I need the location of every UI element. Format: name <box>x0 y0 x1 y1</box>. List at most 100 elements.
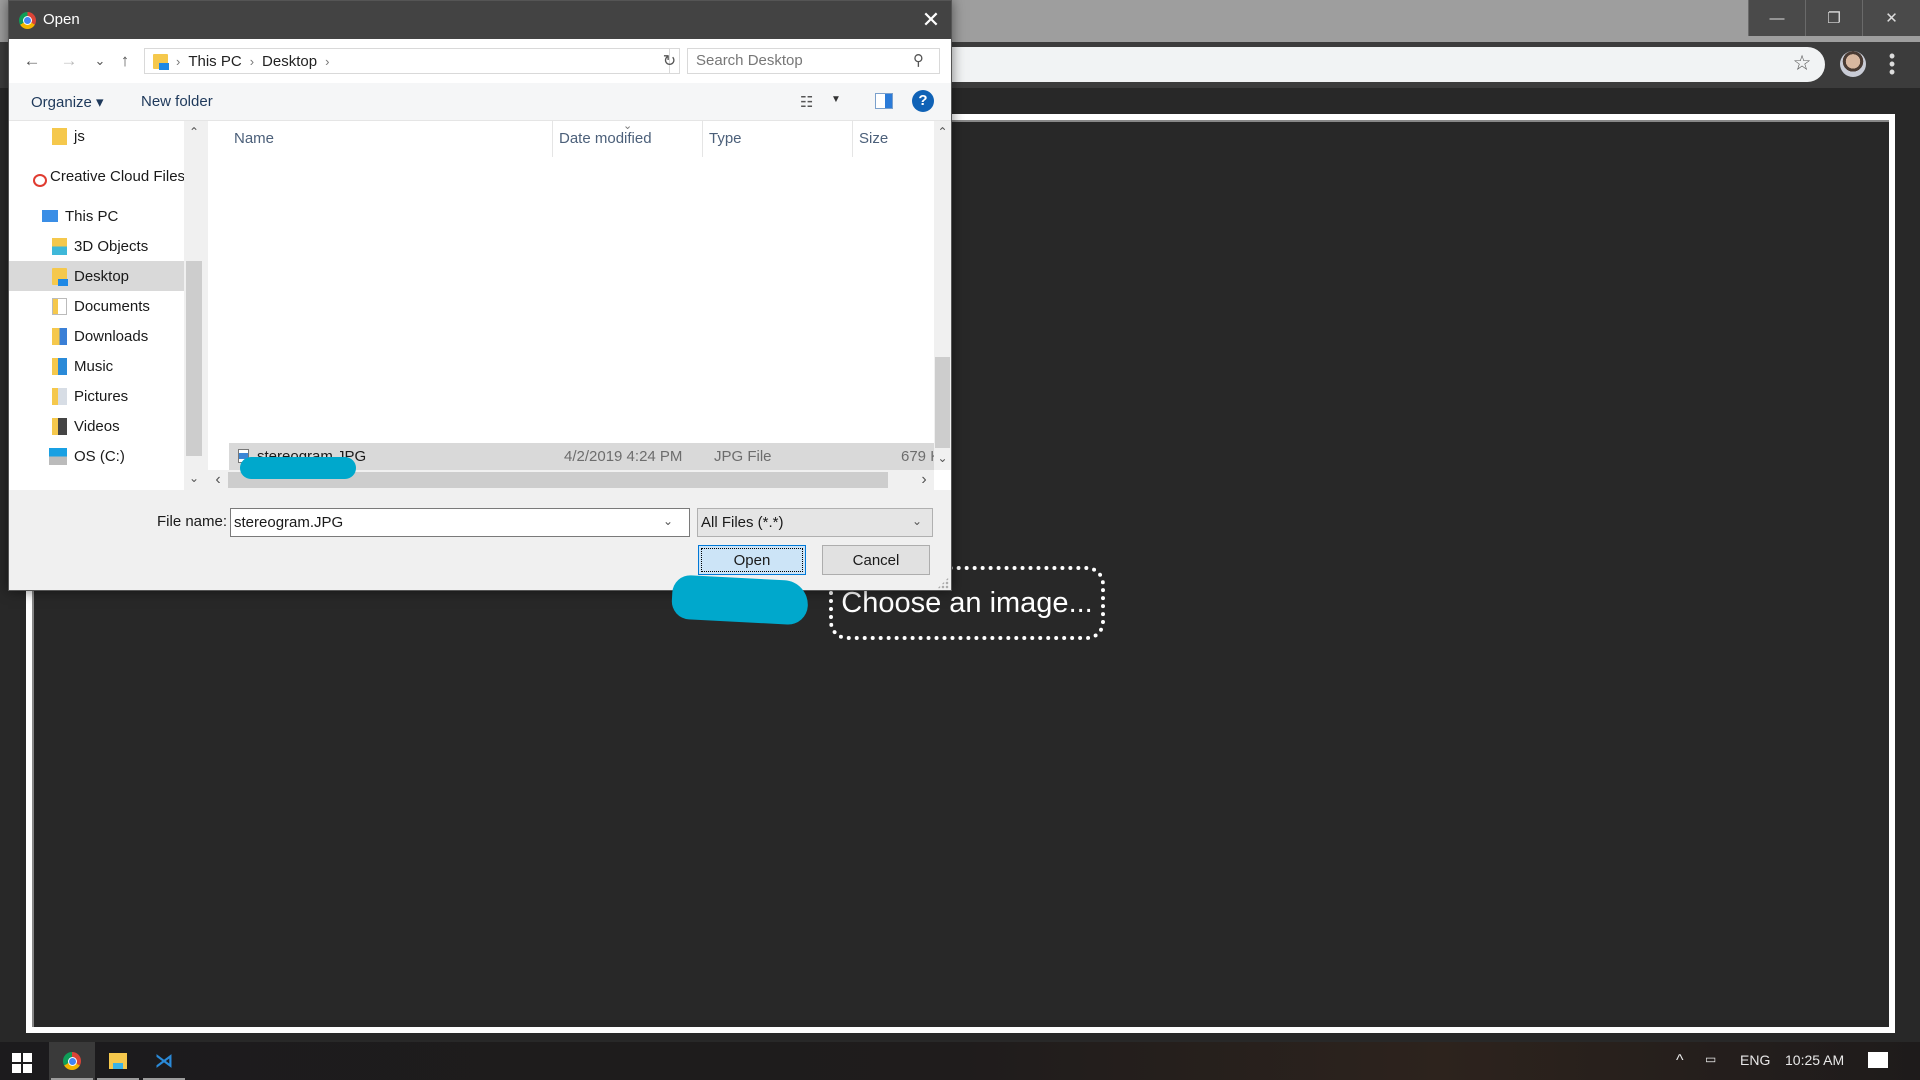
taskbar: ⋊ ^ ▭ ENG 10:25 AM <box>0 1042 1920 1080</box>
scroll-down-icon[interactable]: ⌄ <box>934 451 951 465</box>
nav-item-3d-objects[interactable]: 3D Objects <box>9 231 184 261</box>
file-size-cell: 679 KB <box>901 448 934 465</box>
nav-item-this-pc[interactable]: This PC <box>9 201 184 231</box>
search-input[interactable]: Search Desktop <box>687 48 940 74</box>
breadcrumb-separator[interactable]: › <box>250 54 254 69</box>
nav-item-label: Pictures <box>74 387 129 405</box>
file-type-dropdown-icon[interactable]: ⌄ <box>912 514 922 528</box>
open-button[interactable]: Open <box>698 545 806 575</box>
up-arrow-icon[interactable]: ↑ <box>115 49 135 73</box>
dialog-navbar: ← → ⌄ ↑ › This PC › Desktop › ⌄ ↻ Search… <box>9 39 951 83</box>
column-header-size[interactable]: Size <box>853 121 934 157</box>
scroll-left-icon[interactable]: ‹ <box>208 471 228 489</box>
taskbar-chrome[interactable] <box>49 1042 95 1080</box>
nav-item-label: This PC <box>65 207 119 225</box>
column-header-type[interactable]: Type <box>703 121 853 157</box>
search-icon[interactable]: ⚲ <box>913 51 924 69</box>
breadcrumb-this-pc[interactable]: This PC <box>188 53 241 70</box>
nav-pane-scrollbar[interactable]: ⌃ ⌄ <box>184 121 204 490</box>
help-icon[interactable]: ? <box>912 90 934 112</box>
windows-start-icon[interactable] <box>12 1053 32 1073</box>
language-indicator[interactable]: ENG <box>1740 1052 1770 1068</box>
forward-arrow-icon[interactable]: → <box>59 49 79 73</box>
annotation-scribble <box>240 457 356 479</box>
profile-avatar[interactable] <box>1840 51 1866 77</box>
back-arrow-icon[interactable]: ← <box>22 49 42 73</box>
new-folder-button[interactable]: New folder <box>141 93 213 110</box>
folder-icon <box>52 127 67 145</box>
chrome-icon <box>63 1052 81 1070</box>
scroll-right-icon[interactable]: › <box>914 471 934 489</box>
file-type-select[interactable]: All Files (*.*) <box>697 508 933 537</box>
file-name-input[interactable] <box>230 508 690 537</box>
clock[interactable]: 10:25 AM <box>1785 1052 1844 1068</box>
command-bar: Organize ▾ New folder ☷ ▼ ? <box>9 83 951 121</box>
nav-item-creative-cloud[interactable]: Creative Cloud Files <box>9 161 184 191</box>
recent-locations-icon[interactable]: ⌄ <box>90 49 110 73</box>
nav-item-desktop[interactable]: Desktop <box>9 261 184 291</box>
documents-icon <box>52 297 67 315</box>
nav-item-documents[interactable]: Documents <box>9 291 184 321</box>
open-file-dialog: Open ✕ ← → ⌄ ↑ › This PC › Desktop › ⌄ ↻… <box>8 0 952 591</box>
choose-image-label: Choose an image... <box>841 586 1093 619</box>
nav-pane-scroll-thumb[interactable] <box>186 261 202 456</box>
3d-objects-icon <box>52 237 67 255</box>
minimize-button[interactable]: — <box>1748 0 1805 36</box>
power-icon[interactable]: ▭ <box>1705 1052 1716 1066</box>
nav-item-pictures[interactable]: Pictures <box>9 381 184 411</box>
dialog-title: Open <box>43 11 80 28</box>
change-view-icon[interactable]: ☷ <box>800 93 813 111</box>
nav-item-music[interactable]: Music <box>9 351 184 381</box>
file-explorer-icon <box>109 1053 127 1069</box>
scroll-down-icon[interactable]: ⌄ <box>184 471 204 485</box>
music-icon <box>52 357 67 375</box>
taskbar-vscode[interactable]: ⋊ <box>141 1042 187 1080</box>
nav-item-label: Videos <box>74 417 120 435</box>
dialog-close-icon[interactable]: ✕ <box>919 8 943 32</box>
organize-menu-button[interactable]: Organize ▾ <box>31 93 104 111</box>
action-center-icon[interactable] <box>1868 1052 1888 1068</box>
nav-item-label: Creative Cloud Files <box>50 167 184 185</box>
nav-item-label: OS (C:) <box>74 447 125 465</box>
breadcrumb-desktop[interactable]: Desktop <box>262 53 317 70</box>
nav-item-label: Documents <box>74 297 150 315</box>
browser-menu-icon[interactable]: • • • <box>1886 47 1898 81</box>
file-list-vertical-scrollbar[interactable]: ⌃ ⌄ <box>934 121 951 470</box>
vscode-icon: ⋊ <box>154 1050 174 1072</box>
nav-item-label: Downloads <box>74 327 149 345</box>
restore-icon: ❐ <box>1827 10 1841 27</box>
breadcrumb-separator[interactable]: › <box>176 54 180 69</box>
vertical-scroll-thumb[interactable] <box>935 357 950 448</box>
nav-item-js[interactable]: js <box>9 121 184 151</box>
bookmark-star-icon[interactable]: ☆ <box>1790 52 1814 76</box>
cancel-button[interactable]: Cancel <box>822 545 930 575</box>
breadcrumb[interactable]: › This PC › Desktop › ⌄ <box>144 48 785 74</box>
nav-item-label: Desktop <box>74 267 130 285</box>
view-dropdown-icon[interactable]: ▼ <box>831 94 841 105</box>
scroll-up-icon[interactable]: ⌃ <box>934 125 951 139</box>
scroll-up-icon[interactable]: ⌃ <box>184 125 204 139</box>
breadcrumb-separator[interactable]: › <box>325 54 329 69</box>
column-header-name[interactable]: Name <box>228 121 553 157</box>
annotation-scribble <box>670 574 810 626</box>
window-close-button[interactable]: ✕ <box>1862 0 1920 36</box>
nav-item-os-c[interactable]: OS (C:) <box>9 441 184 471</box>
close-icon: ✕ <box>1885 10 1898 27</box>
nav-item-label: 3D Objects <box>74 237 149 255</box>
tray-overflow-chevron-icon[interactable]: ^ <box>1676 1052 1684 1070</box>
navigation-pane: js Creative Cloud Files This PC 3D Objec… <box>9 121 204 490</box>
downloads-icon <box>52 327 67 345</box>
preview-pane-icon[interactable] <box>875 93 893 109</box>
taskbar-file-explorer[interactable] <box>95 1042 141 1080</box>
minimize-icon: — <box>1769 9 1785 27</box>
refresh-icon[interactable]: ↻ <box>660 48 680 74</box>
dialog-titlebar: Open ✕ <box>9 1 951 39</box>
file-name-dropdown-icon[interactable]: ⌄ <box>663 514 673 528</box>
nav-item-downloads[interactable]: Downloads <box>9 321 184 351</box>
resize-grip[interactable] <box>937 577 949 589</box>
restore-button[interactable]: ❐ <box>1805 0 1862 36</box>
videos-icon <box>52 417 67 435</box>
address-bar[interactable] <box>940 47 1825 82</box>
nav-item-videos[interactable]: Videos <box>9 411 184 441</box>
file-name-label: File name: <box>157 513 228 530</box>
